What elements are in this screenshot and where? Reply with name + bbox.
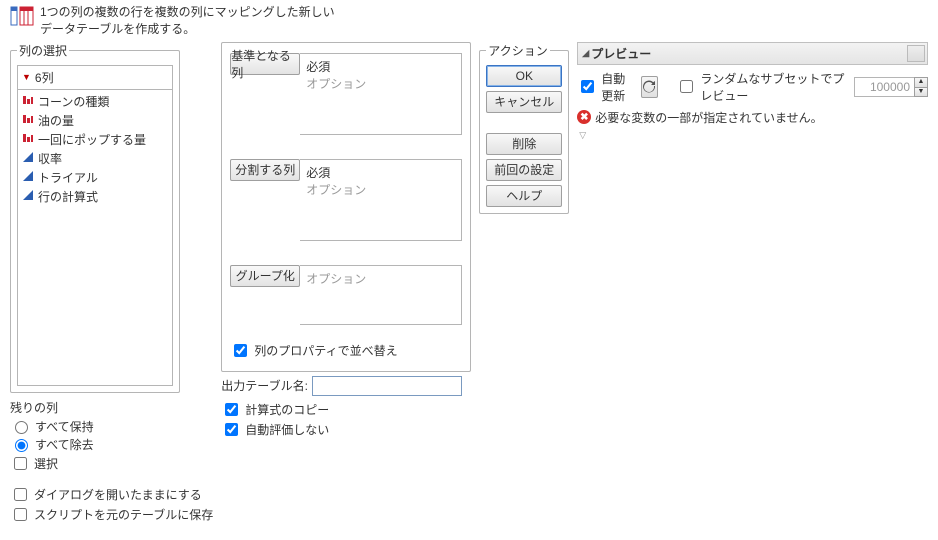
column-item-label: コーンの種類 [38,93,109,110]
output-table-input[interactable] [312,376,462,396]
remaining-keep-radio[interactable]: すべて保持 [10,418,180,435]
output-table-label: 出力テーブル名: [221,377,308,394]
random-subset-check[interactable]: ランダムなサブセットでプレビュー [676,70,848,104]
error-icon: ✖ [577,110,591,124]
actions-fieldset: アクション OK キャンセル 削除 前回の設定 ヘルプ [479,42,569,214]
role-split-list[interactable]: 必須 オプション [300,159,462,241]
modeling-type-icon [22,189,34,204]
no-autoeval-check[interactable]: 自動評価しない [221,420,471,439]
column-item[interactable]: 行の計算式 [18,187,172,206]
ok-button[interactable]: OK [486,65,562,87]
column-count-label: 6列 [35,69,54,86]
refresh-button[interactable] [641,76,659,98]
preview-disclosure-icon[interactable]: ▽ [579,130,926,141]
modeling-type-icon [22,170,34,185]
subset-size-input[interactable] [854,77,914,97]
roles-fieldset: 基準となる列 必須 オプション 分割する列 必須 オプション グループ化 オプシ… [221,42,471,372]
recall-button[interactable]: 前回の設定 [486,159,562,181]
remaining-cols-legend: 残りの列 [10,399,180,416]
column-item-label: トライアル [38,169,98,186]
dialog-description: 1つの列の複数の行を複数の列にマッピングした新しい データテーブルを作成する。 [40,4,335,38]
preview-error-text: 必要な変数の一部が指定されていません。 [595,109,822,126]
remaining-cols-fieldset: 残りの列 すべて保持 すべて除去 選択 [10,399,180,474]
column-select-fieldset: 列の選択 ▼ 6列 コーンの種類油の量一回にポップする量収率トライアル行の計算式 [10,42,180,393]
filter-dropdown-icon: ▼ [22,72,31,82]
column-filter-header[interactable]: ▼ 6列 [17,65,173,90]
subset-size-spinner[interactable]: ▲▼ [854,77,928,97]
role-group-list[interactable]: オプション [300,265,462,325]
column-item-label: 収率 [38,150,62,167]
refresh-icon [642,80,656,94]
reorder-by-prop-check[interactable]: 列のプロパティで並べ替え [230,341,462,360]
remaining-drop-radio[interactable]: すべて除去 [10,436,180,453]
spinner-down[interactable]: ▼ [914,87,928,97]
preview-title: プレビュー [591,45,651,62]
role-split-button[interactable]: 分割する列 [230,159,300,181]
column-item-label: 油の量 [38,112,74,129]
copy-formula-check[interactable]: 計算式のコピー [221,400,471,419]
cancel-button[interactable]: キャンセル [486,91,562,113]
column-item-label: 行の計算式 [38,188,98,205]
role-base-button[interactable]: 基準となる列 [230,53,300,75]
modeling-type-icon [22,132,34,147]
actions-legend: アクション [486,42,549,59]
column-item[interactable]: 油の量 [18,111,172,130]
modeling-type-icon [22,113,34,128]
column-item[interactable]: 一回にポップする量 [18,130,172,149]
help-button[interactable]: ヘルプ [486,185,562,207]
modeling-type-icon [22,94,34,109]
modeling-type-icon [22,151,34,166]
keep-dialog-open-check[interactable]: ダイアログを開いたままにする [10,485,213,504]
remove-button[interactable]: 削除 [486,133,562,155]
role-group-button[interactable]: グループ化 [230,265,300,287]
save-script-check[interactable]: スクリプトを元のテーブルに保存 [10,505,213,524]
spinner-up[interactable]: ▲ [914,77,928,87]
disclosure-icon: ◢ [582,48,589,59]
column-item[interactable]: トライアル [18,168,172,187]
column-item[interactable]: 収率 [18,149,172,168]
column-list[interactable]: コーンの種類油の量一回にポップする量収率トライアル行の計算式 [17,90,173,386]
remaining-select-check[interactable]: 選択 [10,454,180,473]
auto-refresh-check[interactable]: 自動更新 [577,70,634,104]
column-item-label: 一回にポップする量 [38,131,146,148]
role-base-list[interactable]: 必須 オプション [300,53,462,135]
preview-header[interactable]: ◢ プレビュー [577,42,928,65]
column-select-legend: 列の選択 [17,42,69,59]
column-item[interactable]: コーンの種類 [18,92,172,111]
split-platform-icon [10,4,34,31]
